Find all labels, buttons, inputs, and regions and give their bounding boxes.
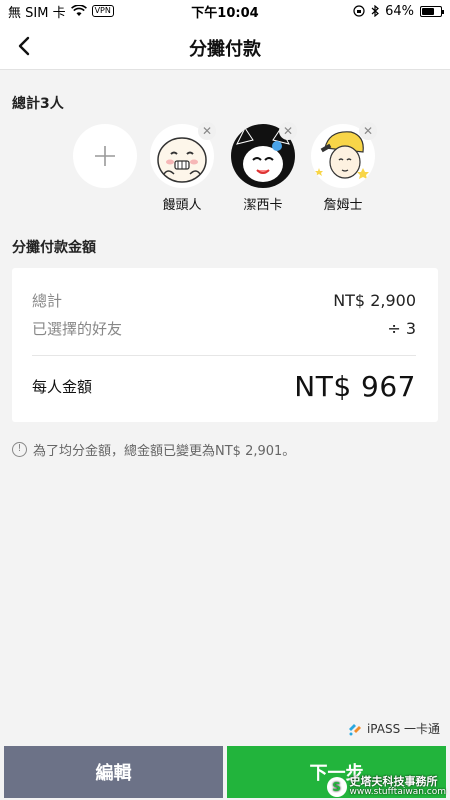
friend-item[interactable]: ✕ 饅頭人 [147,122,217,213]
battery-fill [422,7,434,15]
friend-name: 潔西卡 [243,198,283,213]
status-bar: 無 SIM 卡 VPN 下午10:04 64% [0,0,450,22]
friend-item[interactable]: ✕ 潔西卡 [228,122,298,213]
divider [32,355,416,356]
status-left: 無 SIM 卡 VPN [8,2,114,21]
notice-text: 為了均分金額，總金額已變更為NT$ 2,901。 [33,444,296,459]
selected-friends-value: ÷ 3 [387,319,416,338]
avatar: ✕ [231,122,297,188]
avatar: ✕ [311,122,377,188]
battery-icon [420,5,444,17]
friend-name: 詹姆士 [323,198,363,213]
page-title: 分攤付款 [189,39,261,60]
battery-percent: 64% [385,3,414,19]
status-right: 64% [353,3,444,19]
total-label: 總計 [32,292,63,310]
remove-friend-button[interactable]: ✕ [198,122,216,140]
selected-friends-label: 已選擇的好友 [32,320,123,338]
avatar: ✕ [150,122,216,188]
nav-header: 分攤付款 [0,22,450,70]
plus-icon [95,146,115,166]
watermark-text: 史塔夫科技事務所 www.stufftaiwan.com [350,776,446,798]
ipass-mark-icon [348,723,361,735]
split-amount-label: 分攤付款金額 [12,240,96,256]
watermark-name: 史塔夫科技事務所 [349,775,438,788]
total-row: 總計 NT$ 2,900 [32,290,416,311]
watermark-url: www.stufftaiwan.com [349,787,446,797]
per-person-value: NT$ 967 [294,370,416,403]
orientation-lock-icon [353,5,365,17]
remove-friend-button[interactable]: ✕ [279,122,297,140]
remove-friend-button[interactable]: ✕ [359,122,377,140]
friend-name: 饅頭人 [162,198,202,213]
carrier-text: 無 SIM 卡 [8,5,66,21]
edit-button[interactable]: 編輯 [4,746,223,798]
selected-friends-row: 已選擇的好友 ÷ 3 [32,318,416,339]
bottom-bar: 編輯 下一步 S 史塔夫科技事務所 www.stufftaiwan.com [0,744,450,800]
total-value: NT$ 2,900 [333,291,416,310]
info-icon: ! [12,442,27,457]
friend-item[interactable]: ✕ 詹姆士 [308,122,378,213]
wifi-icon [70,5,87,16]
vpn-badge: VPN [91,5,114,17]
per-person-label: 每人金額 [32,378,93,396]
add-friend-button[interactable] [73,124,137,188]
amount-card: 總計 NT$ 2,900 已選擇的好友 ÷ 3 每人金額 NT$ 967 [12,268,438,422]
notice: ! 為了均分金額，總金額已變更為NT$ 2,901。 [12,440,295,459]
friends-total-label: 總計3人 [12,96,64,112]
ipass-logo: iPASS 一卡通 [347,720,440,737]
watermark: S 史塔夫科技事務所 www.stufftaiwan.com [326,776,446,798]
ipass-text: iPASS 一卡通 [366,722,440,736]
watermark-logo-icon: S [326,777,347,797]
per-person-row: 每人金額 NT$ 967 [32,370,416,403]
bluetooth-icon [371,5,380,17]
